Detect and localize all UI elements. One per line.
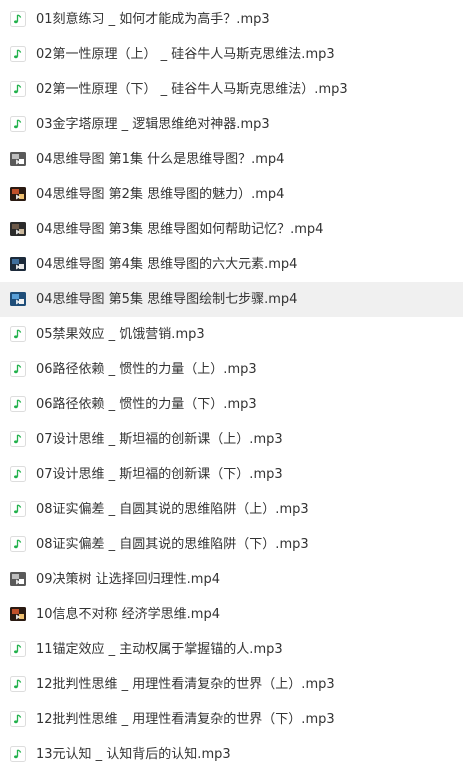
file-name: 04思维导图 第1集 什么是思维导图？.mp4 (36, 152, 285, 167)
file-list: 01刻意练习 _ 如何才能成为高手？.mp3 02第一性原理（上） _ 硅谷牛人… (0, 0, 463, 775)
music-note-icon (10, 676, 26, 692)
file-name: 10信息不对称 经济学思维.mp4 (36, 607, 220, 622)
music-note-icon (10, 501, 26, 517)
video-thumbnail-icon (10, 291, 26, 307)
file-name: 03金字塔原理 _ 逻辑思维绝对神器.mp3 (36, 117, 270, 132)
file-name: 12批判性思维 _ 用理性看清复杂的世界（下）.mp3 (36, 712, 335, 727)
music-note-icon (10, 536, 26, 552)
file-name: 08证实偏差 _ 自圆其说的思维陷阱（上）.mp3 (36, 502, 309, 517)
file-row[interactable]: 12批判性思维 _ 用理性看清复杂的世界（上）.mp3 (0, 667, 463, 702)
file-name: 06路径依赖 _ 惯性的力量（下）.mp3 (36, 397, 257, 412)
file-row[interactable]: 08证实偏差 _ 自圆其说的思维陷阱（上）.mp3 (0, 492, 463, 527)
file-row[interactable]: 09决策树 让选择回归理性.mp4 (0, 562, 463, 597)
file-name: 04思维导图 第2集 思维导图的魅力）.mp4 (36, 187, 285, 202)
file-row[interactable]: 05禁果效应 _ 饥饿营销.mp3 (0, 317, 463, 352)
music-note-icon (10, 361, 26, 377)
file-row[interactable]: 06路径依赖 _ 惯性的力量（上）.mp3 (0, 352, 463, 387)
music-note-icon (10, 711, 26, 727)
file-name: 07设计思维 _ 斯坦福的创新课（上）.mp3 (36, 432, 283, 447)
file-name: 05禁果效应 _ 饥饿营销.mp3 (36, 327, 205, 342)
file-row[interactable]: 01刻意练习 _ 如何才能成为高手？.mp3 (0, 2, 463, 37)
file-name: 01刻意练习 _ 如何才能成为高手？.mp3 (36, 12, 270, 27)
file-row[interactable]: 07设计思维 _ 斯坦福的创新课（上）.mp3 (0, 422, 463, 457)
file-row[interactable]: 08证实偏差 _ 自圆其说的思维陷阱（下）.mp3 (0, 527, 463, 562)
file-name: 07设计思维 _ 斯坦福的创新课（下）.mp3 (36, 467, 283, 482)
file-name: 04思维导图 第5集 思维导图绘制七步骤.mp4 (36, 292, 298, 307)
file-name: 12批判性思维 _ 用理性看清复杂的世界（上）.mp3 (36, 677, 335, 692)
file-row-selected[interactable]: 04思维导图 第5集 思维导图绘制七步骤.mp4 (0, 282, 463, 317)
file-row[interactable]: 02第一性原理（上） _ 硅谷牛人马斯克思维法.mp3 (0, 37, 463, 72)
music-note-icon (10, 81, 26, 97)
music-note-icon (10, 46, 26, 62)
file-row[interactable]: 06路径依赖 _ 惯性的力量（下）.mp3 (0, 387, 463, 422)
video-thumbnail-icon (10, 186, 26, 202)
file-name: 06路径依赖 _ 惯性的力量（上）.mp3 (36, 362, 257, 377)
file-row[interactable]: 04思维导图 第4集 思维导图的六大元素.mp4 (0, 247, 463, 282)
file-row[interactable]: 04思维导图 第1集 什么是思维导图？.mp4 (0, 142, 463, 177)
music-note-icon (10, 746, 26, 762)
file-row[interactable]: 07设计思维 _ 斯坦福的创新课（下）.mp3 (0, 457, 463, 492)
video-thumbnail-icon (10, 151, 26, 167)
video-thumbnail-icon (10, 256, 26, 272)
file-name: 04思维导图 第3集 思维导图如何帮助记忆？.mp4 (36, 222, 324, 237)
music-note-icon (10, 11, 26, 27)
video-thumbnail-icon (10, 571, 26, 587)
music-note-icon (10, 326, 26, 342)
file-row[interactable]: 04思维导图 第2集 思维导图的魅力）.mp4 (0, 177, 463, 212)
file-name: 02第一性原理（下） _ 硅谷牛人马斯克思维法）.mp3 (36, 82, 348, 97)
file-name: 08证实偏差 _ 自圆其说的思维陷阱（下）.mp3 (36, 537, 309, 552)
file-name: 04思维导图 第4集 思维导图的六大元素.mp4 (36, 257, 298, 272)
file-row[interactable]: 02第一性原理（下） _ 硅谷牛人马斯克思维法）.mp3 (0, 72, 463, 107)
file-name: 09决策树 让选择回归理性.mp4 (36, 572, 220, 587)
file-row[interactable]: 10信息不对称 经济学思维.mp4 (0, 597, 463, 632)
file-row[interactable]: 11锚定效应 _ 主动权属于掌握锚的人.mp3 (0, 632, 463, 667)
file-name: 13元认知 _ 认知背后的认知.mp3 (36, 747, 231, 762)
music-note-icon (10, 431, 26, 447)
video-thumbnail-icon (10, 221, 26, 237)
music-note-icon (10, 396, 26, 412)
file-name: 11锚定效应 _ 主动权属于掌握锚的人.mp3 (36, 642, 283, 657)
music-note-icon (10, 116, 26, 132)
file-name: 02第一性原理（上） _ 硅谷牛人马斯克思维法.mp3 (36, 47, 335, 62)
file-row[interactable]: 13元认知 _ 认知背后的认知.mp3 (0, 737, 463, 772)
music-note-icon (10, 466, 26, 482)
file-row[interactable]: 12批判性思维 _ 用理性看清复杂的世界（下）.mp3 (0, 702, 463, 737)
music-note-icon (10, 641, 26, 657)
file-row[interactable]: 03金字塔原理 _ 逻辑思维绝对神器.mp3 (0, 107, 463, 142)
file-row[interactable]: 04思维导图 第3集 思维导图如何帮助记忆？.mp4 (0, 212, 463, 247)
video-thumbnail-icon (10, 606, 26, 622)
